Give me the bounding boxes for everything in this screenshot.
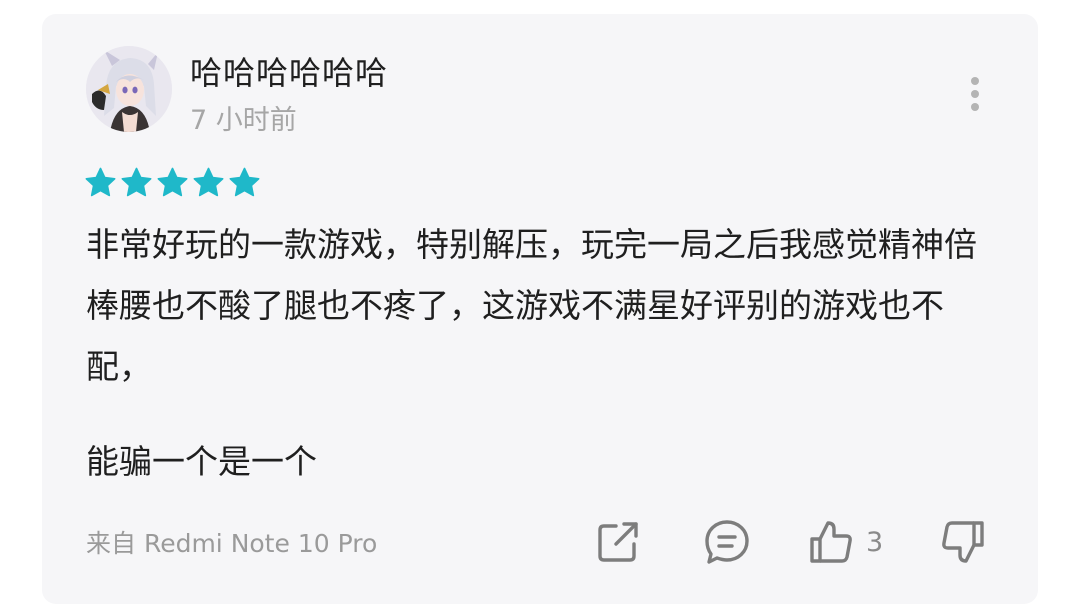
thumbs-down-icon (942, 521, 984, 563)
star-icon (157, 167, 188, 197)
review-paragraph: 非常好玩的一款游戏，特别解压，玩完一局之后我感觉精神倍棒腰也不酸了腿也不疼了，这… (86, 225, 977, 386)
comment-button[interactable] (702, 516, 752, 568)
star-icon (229, 167, 260, 197)
share-icon (598, 522, 638, 562)
more-vertical-icon[interactable] (960, 74, 990, 114)
review-text: 非常好玩的一款游戏，特别解压，玩完一局之后我感觉精神倍棒腰也不酸了腿也不疼了，这… (86, 214, 986, 492)
review-paragraph: 能骗一个是一个 (86, 442, 317, 481)
share-button[interactable] (594, 516, 642, 568)
like-button[interactable]: 3 (806, 516, 883, 568)
username[interactable]: 哈哈哈哈哈哈 (190, 48, 388, 94)
star-icon (193, 167, 224, 197)
dislike-button[interactable] (938, 516, 988, 568)
post-time: 7 小时前 (190, 105, 297, 136)
anime-character-avatar-icon (86, 46, 172, 132)
star-icon (85, 167, 116, 197)
comment-icon (705, 520, 749, 564)
device-source: 来自 Redmi Note 10 Pro (86, 529, 378, 558)
avatar[interactable] (86, 46, 172, 132)
star-rating (84, 166, 261, 199)
like-count: 3 (866, 526, 884, 558)
star-icon (121, 167, 152, 197)
thumbs-up-icon (810, 521, 852, 563)
review-card: 哈哈哈哈哈哈 7 小时前 非常好玩的一款游戏，特别解压，玩完一局之后我感觉精神倍… (42, 14, 1038, 604)
